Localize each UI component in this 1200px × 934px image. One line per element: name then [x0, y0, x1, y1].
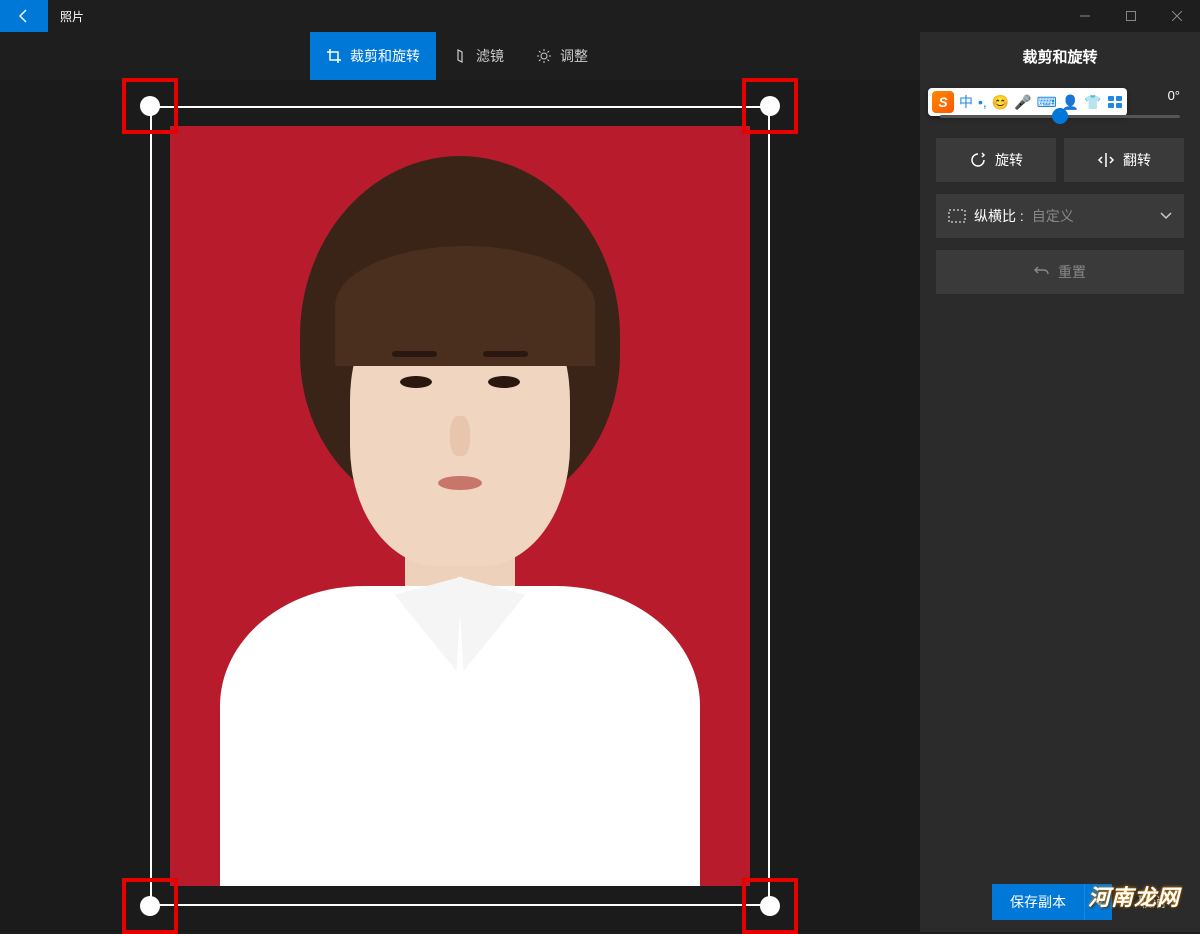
- window-controls: [1062, 0, 1200, 32]
- button-label: 翻转: [1123, 150, 1151, 170]
- portrait-placeholder: [170, 126, 750, 886]
- crop-handle-tl[interactable]: [140, 96, 160, 116]
- rotate-icon: [969, 151, 987, 169]
- titlebar: 照片: [0, 0, 1200, 32]
- crop-icon: [326, 48, 342, 64]
- flip-icon: [1097, 151, 1115, 169]
- button-label: 重置: [1058, 262, 1086, 282]
- aspect-value: 自定义: [1032, 206, 1074, 226]
- canvas-area: [0, 80, 920, 932]
- crop-handle-tr[interactable]: [760, 96, 780, 116]
- chevron-down-icon: [1094, 899, 1104, 905]
- tab-label: 调整: [560, 46, 588, 66]
- tab-adjust[interactable]: 调整: [520, 32, 604, 80]
- aspect-icon: [948, 209, 966, 223]
- slider-thumb[interactable]: [1052, 108, 1068, 124]
- button-label: 保存副本: [1010, 892, 1066, 912]
- photo: [170, 126, 750, 886]
- filter-icon: [452, 48, 468, 64]
- crop-frame[interactable]: [150, 106, 770, 906]
- tab-filters[interactable]: 滤镜: [436, 32, 520, 80]
- footer: 保存副本 取消: [992, 884, 1184, 920]
- maximize-button[interactable]: [1108, 0, 1154, 32]
- aspect-ratio-dropdown[interactable]: 纵横比 : 自定义: [936, 194, 1184, 238]
- crop-handle-br[interactable]: [760, 896, 780, 916]
- app-title: 照片: [60, 8, 84, 25]
- tab-label: 裁剪和旋转: [350, 46, 420, 66]
- save-dropdown-button[interactable]: [1084, 884, 1112, 920]
- adjust-icon: [536, 48, 552, 64]
- crop-handle-bl[interactable]: [140, 896, 160, 916]
- button-label: 旋转: [995, 150, 1023, 170]
- reset-button[interactable]: 重置: [936, 250, 1184, 294]
- back-button[interactable]: [0, 0, 48, 32]
- close-button[interactable]: [1154, 0, 1200, 32]
- cancel-button[interactable]: 取消: [1120, 884, 1184, 920]
- sidebar-title: 裁剪和旋转: [920, 32, 1200, 80]
- tab-label: 滤镜: [476, 46, 504, 66]
- save-copy-button[interactable]: 保存副本: [992, 884, 1084, 920]
- aspect-label: 纵横比 :: [974, 206, 1024, 226]
- chevron-down-icon: [1160, 212, 1172, 220]
- reset-icon: [1034, 264, 1050, 280]
- tab-crop-rotate[interactable]: 裁剪和旋转: [310, 32, 436, 80]
- rotation-slider[interactable]: [920, 107, 1200, 138]
- button-label: 取消: [1138, 892, 1166, 912]
- rotate-button[interactable]: 旋转: [936, 138, 1056, 182]
- minimize-button[interactable]: [1062, 0, 1108, 32]
- sidebar: 裁剪和旋转 S 中 •, 😊 🎤 ⌨ 👤 👕 0° 旋转 翻转 纵横比 : 自定…: [920, 32, 1200, 932]
- flip-button[interactable]: 翻转: [1064, 138, 1184, 182]
